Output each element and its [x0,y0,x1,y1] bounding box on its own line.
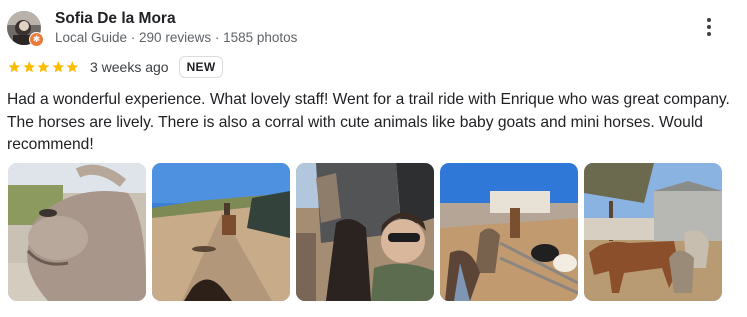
local-guide-badge-icon: ✱ [29,32,44,47]
star-icon [23,61,35,73]
photo-trail-ride[interactable] [152,163,290,301]
star-icon [8,61,21,73]
star-icon [66,61,79,73]
photo-corral-goats[interactable] [440,163,578,301]
more-vert-icon[interactable] [700,16,718,42]
star-icon [52,61,64,73]
reviewer-meta: Local Guide · 290 reviews · 1585 photos [55,30,298,45]
star-rating [7,60,80,74]
review-time: 3 weeks ago [89,59,169,75]
photo-pony-closeup[interactable] [8,163,146,301]
reviewer-name[interactable]: Sofia De la Mora [55,10,176,28]
new-badge: NEW [178,56,224,78]
star-icon [37,61,50,73]
review-text: Had a wonderful experience. What lovely … [7,91,730,153]
photo-barn-mini-horses[interactable] [584,163,722,301]
photo-strip [8,163,722,301]
photo-selfie-with-horse[interactable] [296,163,434,301]
rating-row: 3 weeks ago NEW [7,55,224,79]
